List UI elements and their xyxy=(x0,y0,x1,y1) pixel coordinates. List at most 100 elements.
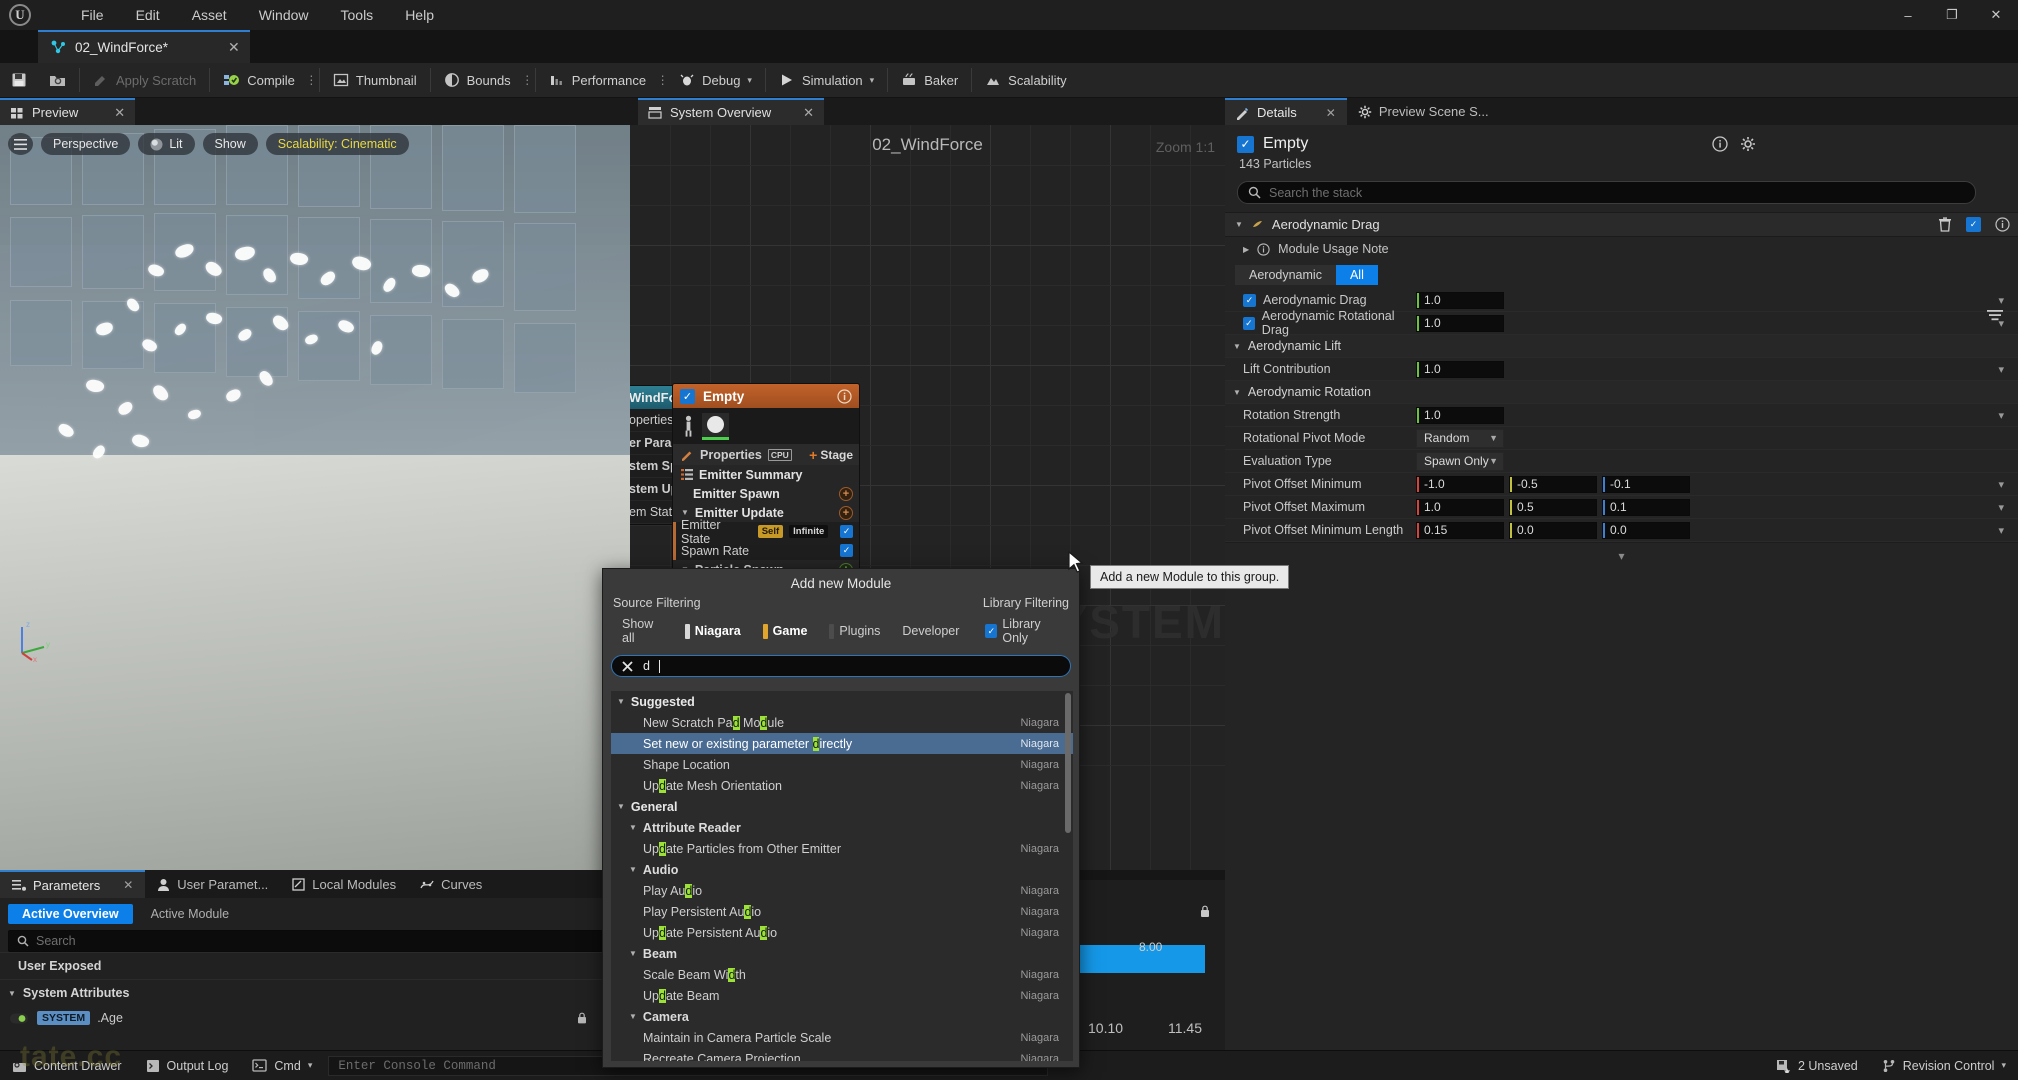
property-row-evaluation-type[interactable]: Evaluation Type Spawn Only ▼ xyxy=(1225,450,2018,473)
viewport-perspective-button[interactable]: Perspective xyxy=(41,133,131,155)
browse-button[interactable] xyxy=(38,63,77,98)
list-item[interactable]: Update Particles from Other Emitter Niag… xyxy=(611,838,1073,859)
chip-niagara[interactable]: Niagara xyxy=(674,621,752,642)
chevron-down-icon[interactable]: ▼ xyxy=(681,508,689,517)
property-group-aerodynamic-lift[interactable]: ▼ Aerodynamic Lift xyxy=(1225,335,2018,358)
list-category-suggested[interactable]: ▼ Suggested xyxy=(611,691,1073,712)
chevron-down-icon[interactable]: ▾ xyxy=(1998,501,2018,514)
minimize-icon[interactable]: – xyxy=(1886,0,1930,30)
scalability-button[interactable]: Scalability xyxy=(974,63,1078,98)
pivot-offset-minimum-z-field[interactable]: -0.1 xyxy=(1602,475,1690,493)
timeline-lock-icon[interactable] xyxy=(1200,905,1210,919)
tab-details-close-icon[interactable]: ✕ xyxy=(1326,106,1336,120)
list-subcategory-attribute-reader[interactable]: ▼ Attribute Reader xyxy=(611,817,1073,838)
pivot-offset-min-length-z-field[interactable]: 0.0 xyxy=(1602,521,1690,539)
aerodynamic-drag-value-field[interactable]: 1.0 xyxy=(1416,291,1504,309)
tab-parameters-close-icon[interactable]: ✕ xyxy=(123,878,133,892)
pivot-offset-minimum-x-field[interactable]: -1.0 xyxy=(1416,475,1504,493)
rotational-pivot-mode-dropdown[interactable]: Random ▼ xyxy=(1416,428,1504,448)
library-only-checkbox[interactable]: ✓ xyxy=(985,624,998,638)
bounds-button[interactable]: Bounds xyxy=(433,63,522,98)
chip-show-all[interactable]: Show all xyxy=(611,614,674,648)
preview-viewport[interactable]: Perspective Lit Show Scalability: Cinema… xyxy=(0,125,630,870)
chip-game[interactable]: Game xyxy=(752,621,819,642)
attribute-row-system-age[interactable]: SYSTEM .Age 5 xyxy=(0,1006,630,1030)
section-user-exposed[interactable]: User Exposed + xyxy=(0,952,630,979)
chevron-down-icon[interactable]: ▾ xyxy=(1998,363,2018,376)
gear-icon[interactable] xyxy=(1740,136,1756,152)
details-collapse-toggle[interactable]: ▾ xyxy=(1225,543,2018,569)
info-icon[interactable] xyxy=(1712,136,1728,152)
asset-tab-close-icon[interactable]: ✕ xyxy=(228,39,240,56)
menu-item-window[interactable]: Window xyxy=(243,3,325,27)
popup-search-input[interactable]: d xyxy=(611,655,1071,677)
compile-button[interactable]: Compile xyxy=(212,63,306,98)
cmd-dropdown[interactable]: Cmd ▾ xyxy=(240,1051,324,1080)
pivot-offset-maximum-x-field[interactable]: 1.0 xyxy=(1416,498,1504,516)
module-list[interactable]: ▼ Suggested New Scratch Pad Module Niaga… xyxy=(611,691,1073,1061)
chevron-down-icon[interactable]: ▾ xyxy=(1998,478,2018,491)
emitter-node-header[interactable]: ✓ Empty xyxy=(673,384,859,408)
list-category-general[interactable]: ▼ General xyxy=(611,796,1073,817)
tab-user-parameters[interactable]: User Paramet... xyxy=(145,870,280,898)
section-system-attributes[interactable]: ▼ System Attributes + xyxy=(0,979,630,1006)
module-enabled-checkbox[interactable]: ✓ xyxy=(1966,217,1981,232)
thumbnail-button[interactable]: Thumbnail xyxy=(322,63,428,98)
clear-icon[interactable] xyxy=(621,660,634,673)
list-subcategory-camera[interactable]: ▼ Camera xyxy=(611,1006,1073,1027)
list-item[interactable]: Play Persistent Audio Niagara xyxy=(611,901,1073,922)
list-subcategory-beam[interactable]: ▼ Beam xyxy=(611,943,1073,964)
performance-options-icon[interactable]: ⋮ xyxy=(657,63,669,98)
menu-item-asset[interactable]: Asset xyxy=(176,3,243,27)
pivot-offset-minimum-y-field[interactable]: -0.5 xyxy=(1509,475,1597,493)
module-usage-note-row[interactable]: ▶ Module Usage Note xyxy=(1225,237,2018,261)
aerodynamic-drag-checkbox[interactable]: ✓ xyxy=(1243,293,1256,307)
chevron-down-icon[interactable]: ▼ xyxy=(1233,342,1241,351)
asset-tab-windforce[interactable]: 02_WindForce* ✕ xyxy=(38,30,250,63)
baker-button[interactable]: Baker xyxy=(890,63,969,98)
module-row-spawn-rate[interactable]: Spawn Rate ✓ xyxy=(673,541,859,560)
emitter-state-checkbox[interactable]: ✓ xyxy=(840,525,853,538)
performance-button[interactable]: Performance xyxy=(538,63,657,98)
simulation-button[interactable]: Simulation ▾ xyxy=(768,63,885,98)
tab-local-modules[interactable]: Local Modules xyxy=(280,870,408,898)
property-row-lift-contribution[interactable]: Lift Contribution 1.0 ▾ xyxy=(1225,358,2018,381)
checkbox-library-only[interactable]: ✓ Library Only xyxy=(974,614,1071,648)
tab-details[interactable]: Details ✕ xyxy=(1225,98,1347,125)
viewport-menu-icon[interactable] xyxy=(8,133,33,155)
trash-icon[interactable] xyxy=(1938,217,1952,232)
viewport-scalability-button[interactable]: Scalability: Cinematic xyxy=(265,133,409,155)
property-row-aerodynamic-rotational-drag[interactable]: ✓ Aerodynamic Rotational Drag 1.0 ▾ xyxy=(1225,309,2018,337)
pivot-offset-maximum-z-field[interactable]: 0.1 xyxy=(1602,498,1690,516)
segment-active-module[interactable]: Active Module xyxy=(137,904,244,924)
list-item[interactable]: Update Beam Niagara xyxy=(611,985,1073,1006)
details-emitter-enabled-checkbox[interactable]: ✓ xyxy=(1237,135,1254,153)
chevron-down-icon[interactable]: ▼ xyxy=(1235,220,1243,229)
add-emitter-spawn-module-icon[interactable]: + xyxy=(839,486,853,501)
property-row-pivot-offset-minimum[interactable]: Pivot Offset Minimum -1.0 -0.5 -0.1 ▾ xyxy=(1225,473,2018,496)
property-row-pivot-offset-maximum[interactable]: Pivot Offset Maximum 1.0 0.5 0.1 ▾ xyxy=(1225,496,2018,519)
evaluation-type-dropdown[interactable]: Spawn Only ▼ xyxy=(1416,451,1504,471)
emitter-thumbnail[interactable] xyxy=(702,412,729,440)
tab-parameters[interactable]: Parameters ✕ xyxy=(0,870,146,898)
list-item[interactable]: Shape Location Niagara xyxy=(611,754,1073,775)
pivot-offset-min-length-y-field[interactable]: 0.0 xyxy=(1509,521,1597,539)
menu-item-edit[interactable]: Edit xyxy=(120,3,176,27)
property-row-pivot-offset-minimum-length[interactable]: Pivot Offset Minimum Length 0.15 0.0 0.0… xyxy=(1225,519,2018,542)
close-icon[interactable]: ✕ xyxy=(1974,0,2018,30)
list-item[interactable]: Set new or existing parameter directly N… xyxy=(611,733,1073,754)
menu-item-file[interactable]: File xyxy=(65,3,120,27)
bounds-options-icon[interactable]: ⋮ xyxy=(521,63,533,98)
chip-plugins[interactable]: Plugins xyxy=(818,621,891,642)
parameters-search-input[interactable]: Search xyxy=(8,930,622,952)
apply-scratch-button[interactable]: Apply Scratch xyxy=(82,63,207,98)
debug-button[interactable]: Debug ▾ xyxy=(668,63,763,98)
unsaved-button[interactable]: 2 Unsaved xyxy=(1764,1051,1870,1080)
rotation-strength-value-field[interactable]: 1.0 xyxy=(1416,406,1504,424)
list-item[interactable]: Play Audio Niagara xyxy=(611,880,1073,901)
viewport-tab-close-icon[interactable]: ✕ xyxy=(114,105,125,121)
aerodynamic-rotational-drag-value-field[interactable]: 1.0 xyxy=(1416,314,1504,332)
compile-options-icon[interactable]: ⋮ xyxy=(305,63,317,98)
info-icon[interactable] xyxy=(1995,217,2010,232)
module-row-emitter-state[interactable]: Emitter State Self Infinite ✓ xyxy=(673,518,859,546)
